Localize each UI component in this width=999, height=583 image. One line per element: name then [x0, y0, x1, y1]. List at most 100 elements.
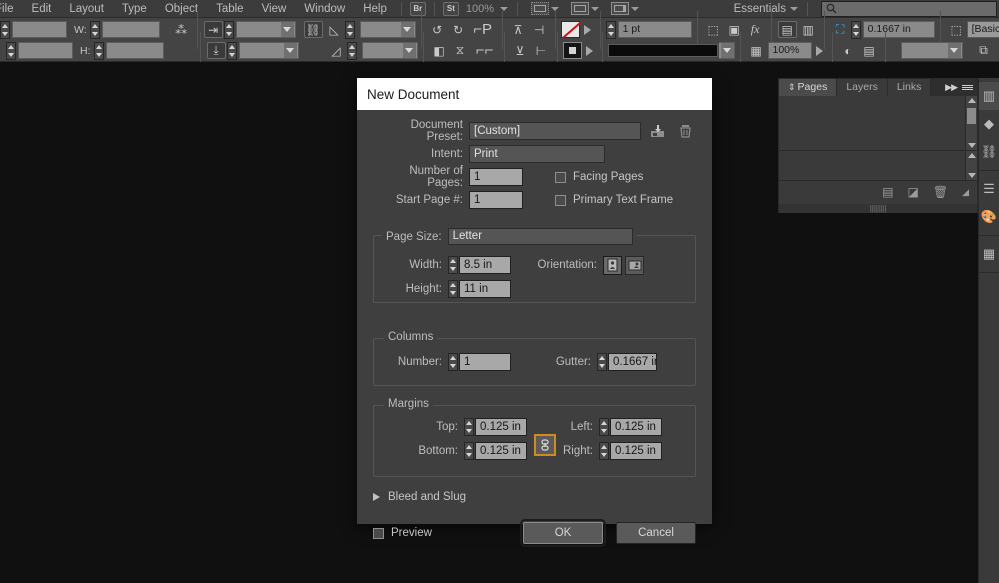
- gap-stepper[interactable]: [850, 20, 861, 39]
- scale-x-stepper[interactable]: [346, 41, 357, 60]
- align-left-icon[interactable]: ⊣: [530, 21, 549, 38]
- constrain-proportions-icon[interactable]: ⛓: [303, 21, 323, 38]
- margin-right-input[interactable]: 0.125 in: [610, 442, 662, 460]
- stock-icon[interactable]: St: [442, 1, 459, 16]
- delete-page-icon[interactable]: 🗑: [933, 185, 948, 199]
- opacity-dropdown-icon[interactable]: [815, 45, 823, 56]
- height-stepper-dlg[interactable]: [448, 280, 458, 298]
- align-bottom-icon[interactable]: ⊻: [511, 42, 530, 59]
- arrange-documents-icon[interactable]: [611, 2, 629, 15]
- preview-label[interactable]: Preview: [391, 527, 432, 539]
- menu-type[interactable]: Type: [113, 0, 156, 18]
- width-input[interactable]: 8.5 in: [459, 256, 511, 274]
- save-preset-icon[interactable]: [650, 124, 665, 139]
- stroke-dropdown-icon[interactable]: [583, 24, 591, 35]
- fill-dropdown-icon[interactable]: [585, 45, 593, 56]
- text-wrap-shape-icon[interactable]: ◐: [839, 42, 858, 59]
- flip-vertical-icon[interactable]: ⧖: [451, 42, 470, 59]
- opacity-icon[interactable]: ▦: [747, 42, 766, 59]
- margin-bottom-input[interactable]: 0.125 in: [475, 442, 527, 460]
- link-margins-icon[interactable]: [534, 434, 556, 456]
- collapse-panel-icon[interactable]: ▶▶: [945, 82, 958, 93]
- scale-y-field[interactable]: [238, 42, 299, 59]
- delete-preset-icon[interactable]: [679, 124, 692, 139]
- workspace-switcher[interactable]: Essentials: [734, 3, 788, 15]
- tab-pages[interactable]: ⇕ Pages: [779, 79, 838, 96]
- landscape-orientation-icon[interactable]: [625, 255, 644, 275]
- stroke-weight-field[interactable]: 1 pt: [617, 21, 692, 38]
- margin-right-stepper[interactable]: [599, 442, 609, 460]
- chevron-down-icon-3[interactable]: [591, 6, 599, 11]
- corner-options-icon[interactable]: ⬚: [704, 21, 723, 38]
- menu-table[interactable]: Table: [207, 0, 253, 18]
- y-offset-icon[interactable]: ⤓: [206, 42, 226, 59]
- gutter-stepper[interactable]: [597, 353, 607, 371]
- fx-icon[interactable]: fx: [746, 21, 765, 38]
- margin-left-input[interactable]: 0.125 in: [610, 418, 662, 436]
- document-pages-pane[interactable]: [779, 151, 977, 181]
- master-scrollbar[interactable]: [965, 96, 977, 150]
- chevron-down-icon-4[interactable]: [631, 6, 639, 11]
- height-input[interactable]: 11 in: [459, 280, 511, 298]
- height-stepper[interactable]: [93, 41, 104, 60]
- layers-icon[interactable]: ◆: [979, 110, 999, 138]
- margin-top-stepper[interactable]: [464, 418, 474, 436]
- pages-scrollbar[interactable]: [965, 151, 977, 180]
- resize-grip-icon[interactable]: ◢: [962, 187, 969, 198]
- gap-field[interactable]: 0.1667 in: [862, 21, 935, 38]
- facing-pages-checkbox[interactable]: [555, 171, 566, 183]
- intent-select[interactable]: Print: [469, 145, 605, 163]
- master-pages-pane[interactable]: [779, 96, 977, 151]
- page-size-select[interactable]: Letter: [447, 228, 633, 245]
- x-stepper[interactable]: [0, 20, 10, 39]
- width-stepper[interactable]: [89, 20, 100, 39]
- width-field[interactable]: [101, 21, 160, 38]
- scale-y-stepper[interactable]: [226, 41, 237, 60]
- primary-text-frame-checkbox[interactable]: [555, 194, 566, 206]
- primary-text-frame-label[interactable]: Primary Text Frame: [573, 194, 673, 206]
- align-top-icon[interactable]: ⊼: [509, 21, 528, 38]
- stroke-weight-stepper[interactable]: [605, 20, 616, 39]
- gap-tool-icon[interactable]: ⛶: [831, 21, 850, 38]
- pages-icon[interactable]: ▥: [979, 82, 999, 110]
- screen-mode-icon[interactable]: [531, 2, 549, 15]
- paragraph-styles-icon[interactable]: ☰: [979, 175, 999, 203]
- chevron-down-icon-5[interactable]: [790, 6, 798, 11]
- opacity-field[interactable]: 100%: [767, 42, 812, 59]
- document-preset-select[interactable]: [Custom]: [469, 122, 641, 140]
- search-input[interactable]: [821, 0, 997, 17]
- bleed-and-slug-label[interactable]: Bleed and Slug: [388, 491, 466, 503]
- number-of-pages-input[interactable]: 1: [469, 168, 523, 186]
- stroke-style-dropdown[interactable]: [718, 42, 735, 59]
- y-stepper[interactable]: [6, 41, 16, 60]
- shear-field[interactable]: [359, 21, 416, 38]
- rotate-field[interactable]: [235, 21, 296, 38]
- menu-help[interactable]: Help: [354, 0, 396, 18]
- stroke-none-swatch[interactable]: [560, 21, 580, 38]
- height-field[interactable]: [105, 42, 164, 59]
- object-style-field[interactable]: [Basic Graphics Frame]: [966, 21, 999, 38]
- x-field[interactable]: [12, 21, 67, 38]
- chevron-right-icon[interactable]: [373, 493, 380, 501]
- panel-drag-grip[interactable]: ||||||||: [779, 204, 977, 213]
- frame-fitting-icon[interactable]: ⌐P: [470, 21, 496, 38]
- gap-style-dropdown[interactable]: [900, 42, 963, 59]
- menu-file[interactable]: File: [0, 0, 23, 18]
- bleed-and-slug-row[interactable]: Bleed and Slug: [373, 491, 466, 503]
- columns-number-stepper[interactable]: [448, 353, 458, 371]
- table-icon[interactable]: ▦: [979, 240, 999, 268]
- margin-top-input[interactable]: 0.125 in: [475, 418, 527, 436]
- align-right-icon[interactable]: ⊢: [532, 42, 551, 59]
- portrait-orientation-icon[interactable]: [603, 255, 622, 275]
- rotate-ccw-icon[interactable]: ↺: [428, 21, 447, 38]
- links-icon[interactable]: ⛓: [979, 138, 999, 166]
- width-stepper-dlg[interactable]: [448, 256, 458, 274]
- menu-layout[interactable]: Layout: [60, 0, 113, 18]
- new-page-icon[interactable]: ◪: [908, 185, 919, 199]
- facing-pages-label[interactable]: Facing Pages: [573, 171, 643, 183]
- start-page-input[interactable]: 1: [469, 191, 523, 209]
- frame-fitting-options-icon[interactable]: ⌐⌐: [472, 42, 498, 59]
- y-field[interactable]: [18, 42, 73, 59]
- zoom-level[interactable]: 100%: [462, 3, 498, 15]
- menu-edit[interactable]: Edit: [23, 0, 61, 18]
